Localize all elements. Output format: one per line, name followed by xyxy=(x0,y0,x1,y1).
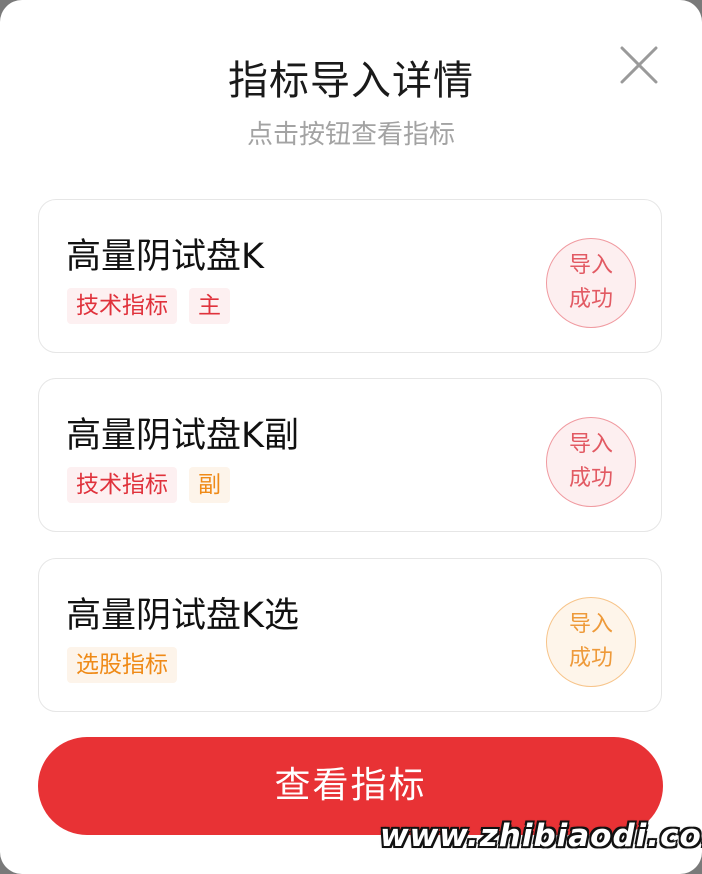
site-watermark: www.zhibiaodi.com xyxy=(380,818,702,854)
indicator-tags: 技术指标 主 xyxy=(67,288,230,324)
stamp-line-1: 导入 xyxy=(568,612,613,637)
stamp-line-2: 成功 xyxy=(568,287,613,312)
tag-type: 选股指标 xyxy=(67,647,177,683)
import-success-stamp: 导入 成功 xyxy=(546,238,636,328)
import-success-stamp: 导入 成功 xyxy=(546,597,636,687)
indicator-tags: 选股指标 xyxy=(67,647,177,683)
indicator-name: 高量阴试盘K xyxy=(66,237,264,277)
stamp-line-2: 成功 xyxy=(568,466,613,491)
dialog-title: 指标导入详情 xyxy=(228,58,474,104)
dialog-subtitle: 点击按钮查看指标 xyxy=(246,120,455,150)
indicator-tags: 技术指标 副 xyxy=(67,467,230,503)
stamp-line-1: 导入 xyxy=(568,253,613,278)
close-button[interactable] xyxy=(614,40,664,90)
indicator-card[interactable]: 高量阴试盘K 技术指标 主 导入 成功 xyxy=(38,199,662,353)
tag-type: 技术指标 xyxy=(67,467,177,503)
tag-type: 技术指标 xyxy=(67,288,177,324)
stamp-line-1: 导入 xyxy=(568,432,613,457)
tag-chart-position: 主 xyxy=(189,288,230,324)
import-success-stamp: 导入 成功 xyxy=(546,417,636,507)
indicator-card[interactable]: 高量阴试盘K选 选股指标 导入 成功 xyxy=(38,558,662,712)
import-details-dialog: 指标导入详情 点击按钮查看指标 高量阴试盘K 技术指标 主 导入 成功 高量阴试… xyxy=(0,0,702,874)
indicator-name: 高量阴试盘K副 xyxy=(66,416,299,456)
indicator-name: 高量阴试盘K选 xyxy=(66,596,299,636)
indicator-card[interactable]: 高量阴试盘K副 技术指标 副 导入 成功 xyxy=(38,378,662,532)
tag-chart-position: 副 xyxy=(189,467,230,503)
stamp-line-2: 成功 xyxy=(568,646,613,671)
close-icon xyxy=(620,46,658,84)
